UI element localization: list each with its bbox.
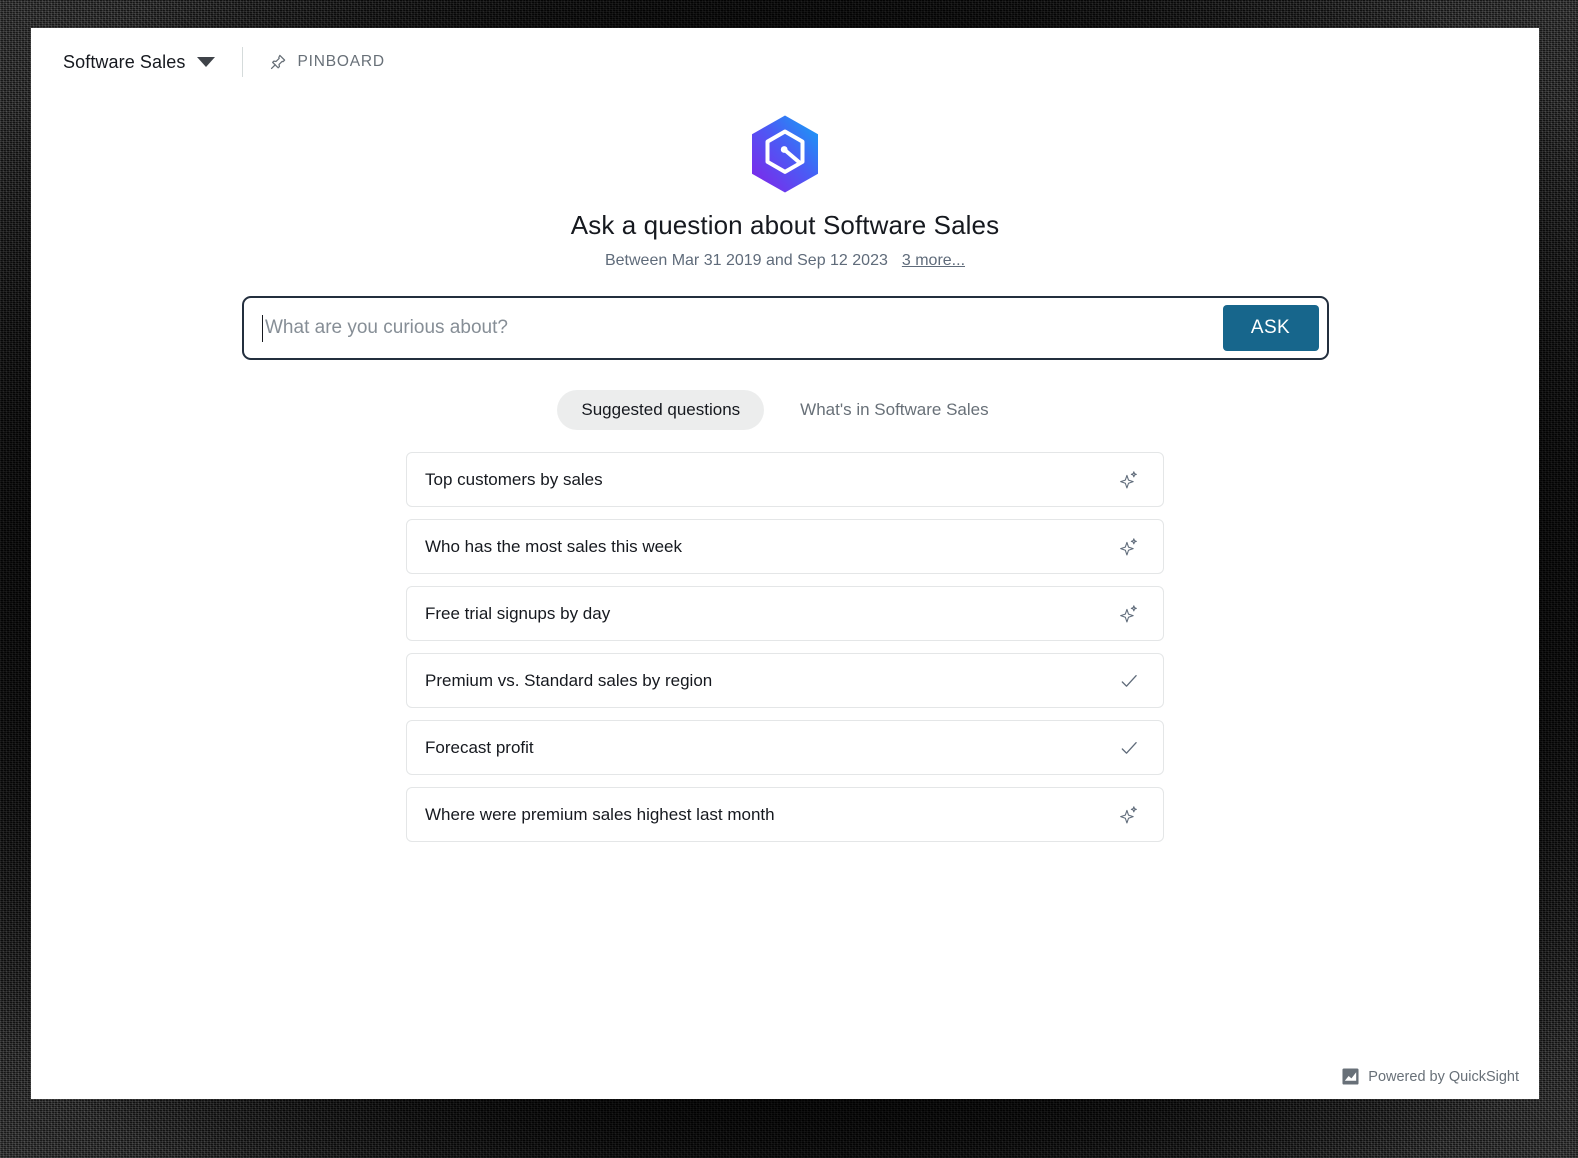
powered-by-label: Powered by QuickSight: [1368, 1068, 1519, 1085]
chevron-down-icon: [197, 57, 216, 67]
tab-suggested-questions[interactable]: Suggested questions: [557, 390, 765, 430]
powered-by-footer: Powered by QuickSight: [1342, 1068, 1519, 1085]
suggestion-label: Top customers by sales: [425, 469, 603, 489]
pin-icon: [269, 53, 287, 71]
check-icon: [1119, 671, 1139, 691]
topbar-divider: [242, 47, 244, 77]
suggested-questions-list: Top customers by sales Who has the most …: [406, 452, 1164, 842]
suggestion-card[interactable]: Where were premium sales highest last mo…: [406, 787, 1164, 842]
suggestion-label: Where were premium sales highest last mo…: [425, 804, 775, 824]
quicksight-chart-mark-icon: [1342, 1068, 1359, 1085]
sparkle-icon: [1119, 805, 1139, 825]
date-range-label: Between Mar 31 2019 and Sep 12 2023: [604, 252, 888, 269]
hero-subtitle: Between Mar 31 2019 and Sep 12 2023 3 mo…: [605, 252, 965, 270]
topbar: Software Sales PINBOARD: [31, 28, 1539, 96]
suggestion-label: Free trial signups by day: [425, 603, 611, 623]
suggestion-card[interactable]: Premium vs. Standard sales by region: [406, 653, 1164, 708]
tab-bar: Suggested questions What's in Software S…: [557, 390, 1012, 430]
suggestion-card[interactable]: Who has the most sales this week: [406, 519, 1164, 574]
sparkle-icon: [1119, 604, 1139, 624]
screenshot-canvas: Software Sales PINBOARD Ask a question a…: [0, 0, 1578, 1158]
quicksight-q-hexagon-logo-icon: [749, 114, 821, 194]
search-input[interactable]: [263, 317, 1223, 339]
pinboard-label: PINBOARD: [297, 53, 385, 70]
quicksight-q-window: Software Sales PINBOARD Ask a question a…: [31, 28, 1539, 1099]
sparkle-icon: [1119, 470, 1139, 490]
dataset-name-label: Software Sales: [63, 51, 186, 72]
suggestion-label: Premium vs. Standard sales by region: [425, 670, 713, 690]
hero-section: Ask a question about Software Sales Betw…: [31, 114, 1539, 842]
dataset-selector[interactable]: Software Sales: [63, 51, 216, 73]
suggestion-card[interactable]: Free trial signups by day: [406, 586, 1164, 641]
tab-whats-in-dataset[interactable]: What's in Software Sales: [776, 390, 1012, 430]
suggestion-label: Forecast profit: [425, 737, 534, 757]
suggestion-card[interactable]: Top customers by sales: [406, 452, 1164, 507]
pinboard-button[interactable]: PINBOARD: [269, 53, 384, 71]
suggestion-label: Who has the most sales this week: [425, 536, 683, 556]
page-title: Ask a question about Software Sales: [570, 210, 1000, 240]
suggestion-card[interactable]: Forecast profit: [406, 720, 1164, 775]
ask-button[interactable]: ASK: [1222, 305, 1319, 351]
more-filters-link[interactable]: 3 more...: [902, 252, 965, 270]
search-bar[interactable]: ASK: [241, 296, 1329, 360]
check-icon: [1119, 738, 1139, 758]
sparkle-icon: [1119, 537, 1139, 557]
